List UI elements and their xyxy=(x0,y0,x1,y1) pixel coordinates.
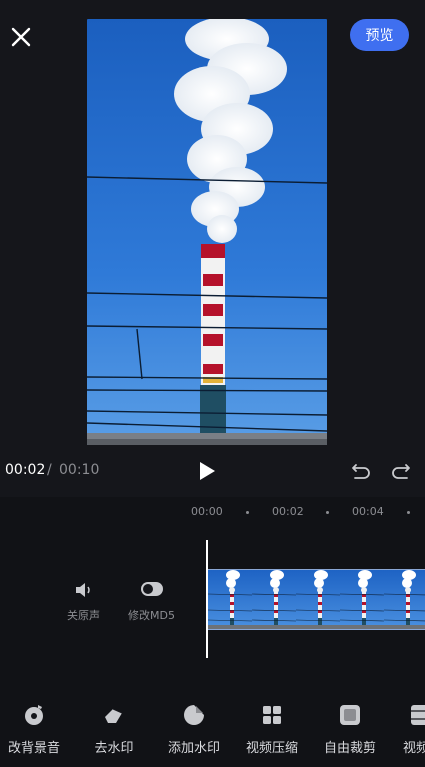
current-time: 00:02 xyxy=(5,462,46,478)
video-frame-image xyxy=(87,19,327,445)
tool-free-crop[interactable]: 自由裁剪 xyxy=(311,700,389,760)
timeline-tick: 00:02 xyxy=(272,505,304,518)
timeline-tick: 00:04 xyxy=(352,505,384,518)
crop-icon xyxy=(340,705,360,725)
video-clip-track[interactable] xyxy=(208,569,425,630)
total-time: 00:10 xyxy=(59,462,100,478)
time-separator: / xyxy=(47,462,52,478)
tool-add-watermark[interactable]: 添加水印 xyxy=(155,700,233,760)
redo-icon xyxy=(392,464,410,479)
clip-thumbnails xyxy=(208,570,425,629)
preview-button[interactable]: 预览 xyxy=(350,19,409,51)
undo-icon xyxy=(352,464,370,479)
tool-change-bgm[interactable]: 改背景音 xyxy=(0,700,73,760)
timeline-dot xyxy=(407,511,410,514)
timeline-tick: 00:00 xyxy=(191,505,223,518)
speaker-icon xyxy=(76,583,90,597)
timeline-dot xyxy=(326,511,329,514)
mute-original-label: 关原声 xyxy=(67,609,100,622)
tool-label: 添加水印 xyxy=(167,741,220,756)
video-icon xyxy=(411,705,425,725)
mute-original-button[interactable] xyxy=(73,580,95,600)
close-icon xyxy=(11,27,31,47)
tool-compress-video[interactable]: 视频压缩 xyxy=(233,700,311,760)
md5-toggle[interactable] xyxy=(140,581,164,597)
toggle-icon xyxy=(141,582,163,596)
timeline-dot xyxy=(246,511,249,514)
tool-label: 视频 xyxy=(403,741,425,756)
tool-label: 视频压缩 xyxy=(245,741,298,756)
md5-label: 修改MD5 xyxy=(128,609,175,622)
playhead[interactable] xyxy=(206,540,208,658)
tool-label: 自由裁剪 xyxy=(323,741,376,756)
tool-remove-watermark[interactable]: 去水印 xyxy=(75,700,153,760)
video-preview[interactable] xyxy=(87,19,327,445)
eraser-icon xyxy=(105,708,123,723)
tool-label: 改背景音 xyxy=(7,741,60,756)
close-button[interactable] xyxy=(8,24,34,50)
play-button[interactable] xyxy=(196,459,218,483)
undo-button[interactable] xyxy=(350,460,372,482)
music-disc-icon xyxy=(25,705,43,725)
sticker-icon xyxy=(184,705,204,725)
redo-button[interactable] xyxy=(390,460,412,482)
grid-icon xyxy=(263,706,281,724)
play-icon xyxy=(200,462,215,480)
tool-video[interactable]: 视频 xyxy=(389,700,425,760)
tool-label: 去水印 xyxy=(94,741,134,756)
